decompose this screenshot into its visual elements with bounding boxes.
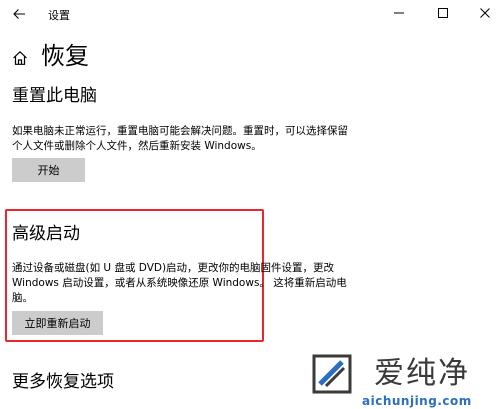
- watermark: 爱纯净 aichunjing.com: [312, 354, 500, 409]
- more-options-heading: 更多恢复选项: [12, 372, 114, 392]
- minimize-icon: [394, 12, 404, 14]
- title-bar: 设置: [0, 0, 500, 28]
- advanced-description-line-1: 通过设备或磁盘(如 U 盘或 DVD)启动，更改你的电脑固件设置，更改: [12, 262, 335, 274]
- reset-description-line-1: 如果电脑未正常运行，重置电脑可能会解决问题。重置时，可以选择保留: [12, 125, 348, 137]
- back-button[interactable]: [10, 5, 28, 23]
- maximize-icon: [438, 8, 448, 18]
- maximize-button[interactable]: [431, 2, 455, 24]
- page-title: 恢复: [41, 42, 89, 70]
- reset-start-button[interactable]: 开始: [12, 158, 85, 182]
- watermark-text: 爱纯净: [374, 356, 470, 391]
- window-title: 设置: [48, 9, 70, 22]
- arrow-left-icon: [13, 9, 25, 19]
- reset-section-heading: 重置此电脑: [12, 86, 97, 106]
- restart-now-button[interactable]: 立即重新启动: [12, 311, 103, 335]
- close-icon: [480, 8, 490, 18]
- reset-description-line-2: 个人文件或删除个人文件，然后重新安装 Windows。: [12, 140, 262, 152]
- close-button[interactable]: [473, 2, 497, 24]
- watermark-url: aichunjing.com: [362, 394, 472, 408]
- watermark-logo-icon: [312, 354, 352, 394]
- home-icon[interactable]: [12, 50, 28, 66]
- advanced-description-line-2: Windows 启动设置，或者从系统映像还原 Windows。 这将重新启动电: [12, 277, 347, 289]
- advanced-startup-heading: 高级启动: [12, 224, 80, 244]
- scrollbar[interactable]: [494, 28, 498, 409]
- minimize-button[interactable]: [387, 2, 411, 24]
- advanced-description-line-3: 脑。: [12, 292, 33, 304]
